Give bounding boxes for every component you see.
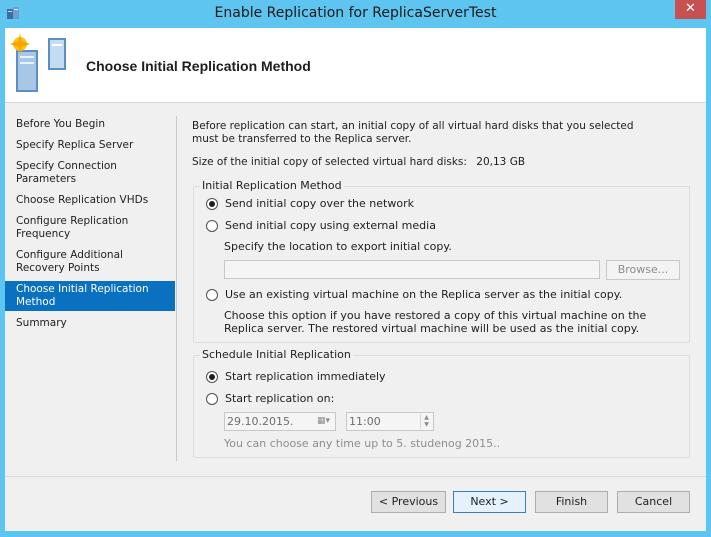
title-bar[interactable]: Enable Replication for ReplicaServerTest… bbox=[0, 0, 711, 28]
spin-up-icon[interactable]: ▲ bbox=[421, 414, 432, 421]
time-spinner[interactable]: ▲ ▼ bbox=[420, 414, 432, 429]
spin-down-icon[interactable]: ▼ bbox=[421, 421, 432, 428]
intro-text: Before replication can start, an initial… bbox=[192, 120, 634, 145]
initial-method-group: Initial Replication Method Send initial … bbox=[193, 179, 690, 343]
close-button[interactable]: ✕ bbox=[675, 0, 706, 19]
radio-start-on[interactable]: Start replication on: bbox=[206, 392, 334, 405]
wizard-header: Choose Initial Replication Method bbox=[5, 28, 706, 103]
finish-button[interactable]: Finish bbox=[535, 491, 608, 513]
nav-item-replication-vhds[interactable]: Choose Replication VHDs bbox=[5, 192, 175, 209]
radio-existing-vm[interactable]: Use an existing virtual machine on the R… bbox=[206, 288, 622, 301]
radio-indicator[interactable] bbox=[206, 219, 218, 232]
export-location-label: Specify the location to export initial c… bbox=[224, 240, 452, 253]
nav-item-summary[interactable]: Summary bbox=[5, 315, 175, 332]
radio-existing-vm-label: Use an existing virtual machine on the R… bbox=[225, 288, 623, 301]
schedule-group: Schedule Initial Replication Start repli… bbox=[193, 348, 690, 458]
radio-start-immediately-label: Start replication immediately bbox=[225, 370, 386, 383]
wizard-window: Enable Replication for ReplicaServerTest… bbox=[0, 0, 711, 537]
initial-method-group-title: Initial Replication Method bbox=[200, 179, 344, 192]
wizard-content: Before replication can start, an initial… bbox=[192, 120, 692, 168]
radio-indicator[interactable] bbox=[206, 370, 218, 383]
start-date-picker[interactable]: 29.10.2015. ▦▾ bbox=[224, 412, 336, 431]
nav-divider bbox=[176, 116, 177, 461]
radio-start-immediately[interactable]: Start replication immediately bbox=[206, 370, 386, 383]
page-title: Choose Initial Replication Method bbox=[86, 58, 311, 74]
radio-send-over-network-label: Send initial copy over the network bbox=[225, 197, 414, 210]
radio-indicator[interactable] bbox=[206, 392, 218, 405]
nav-item-specify-replica-server[interactable]: Specify Replica Server bbox=[5, 137, 175, 154]
previous-button[interactable]: < Previous bbox=[371, 491, 446, 513]
nav-item-recovery-points[interactable]: Configure Additional Recovery Points bbox=[5, 247, 175, 277]
nav-item-initial-replication[interactable]: Choose Initial Replication Method bbox=[5, 281, 175, 311]
nav-item-connection-parameters[interactable]: Specify Connection Parameters bbox=[5, 158, 175, 188]
start-time-value: 11:00 bbox=[349, 415, 381, 428]
start-time-stepper[interactable]: 11:00 ▲ ▼ bbox=[346, 412, 434, 431]
radio-indicator[interactable] bbox=[206, 197, 218, 210]
export-location-input[interactable] bbox=[224, 260, 600, 279]
calendar-dropdown-icon[interactable]: ▦▾ bbox=[317, 416, 331, 427]
cancel-button[interactable]: Cancel bbox=[617, 491, 690, 513]
wizard-nav: Before You Begin Specify Replica Server … bbox=[5, 116, 175, 336]
window-title: Enable Replication for ReplicaServerTest bbox=[214, 5, 497, 21]
browse-button[interactable]: Browse... bbox=[606, 260, 680, 280]
wizard-client: Choose Initial Replication Method Before… bbox=[5, 28, 706, 531]
schedule-group-title: Schedule Initial Replication bbox=[200, 348, 353, 361]
nav-item-before-you-begin[interactable]: Before You Begin bbox=[5, 116, 175, 133]
nav-item-replication-frequency[interactable]: Configure Replication Frequency bbox=[5, 213, 175, 243]
radio-start-on-label: Start replication on: bbox=[225, 392, 335, 405]
start-date-value: 29.10.2015. bbox=[227, 415, 294, 428]
copy-size-line: Size of the initial copy of selected vir… bbox=[192, 156, 692, 168]
footer-divider bbox=[5, 476, 706, 477]
schedule-hint: You can choose any time up to 5. studeno… bbox=[224, 437, 501, 450]
next-button[interactable]: Next > bbox=[453, 491, 526, 513]
existing-vm-description: Choose this option if you have restored … bbox=[224, 309, 647, 335]
radio-indicator[interactable] bbox=[206, 288, 218, 301]
close-icon: ✕ bbox=[685, 1, 696, 16]
copy-size-value: 20,13 GB bbox=[476, 156, 526, 168]
radio-send-external-media-label: Send initial copy using external media bbox=[225, 219, 436, 232]
copy-size-label: Size of the initial copy of selected vir… bbox=[192, 156, 467, 168]
radio-send-over-network[interactable]: Send initial copy over the network bbox=[206, 197, 414, 210]
radio-send-external-media[interactable]: Send initial copy using external media bbox=[206, 219, 436, 232]
server-wizard-icon bbox=[10, 33, 66, 92]
